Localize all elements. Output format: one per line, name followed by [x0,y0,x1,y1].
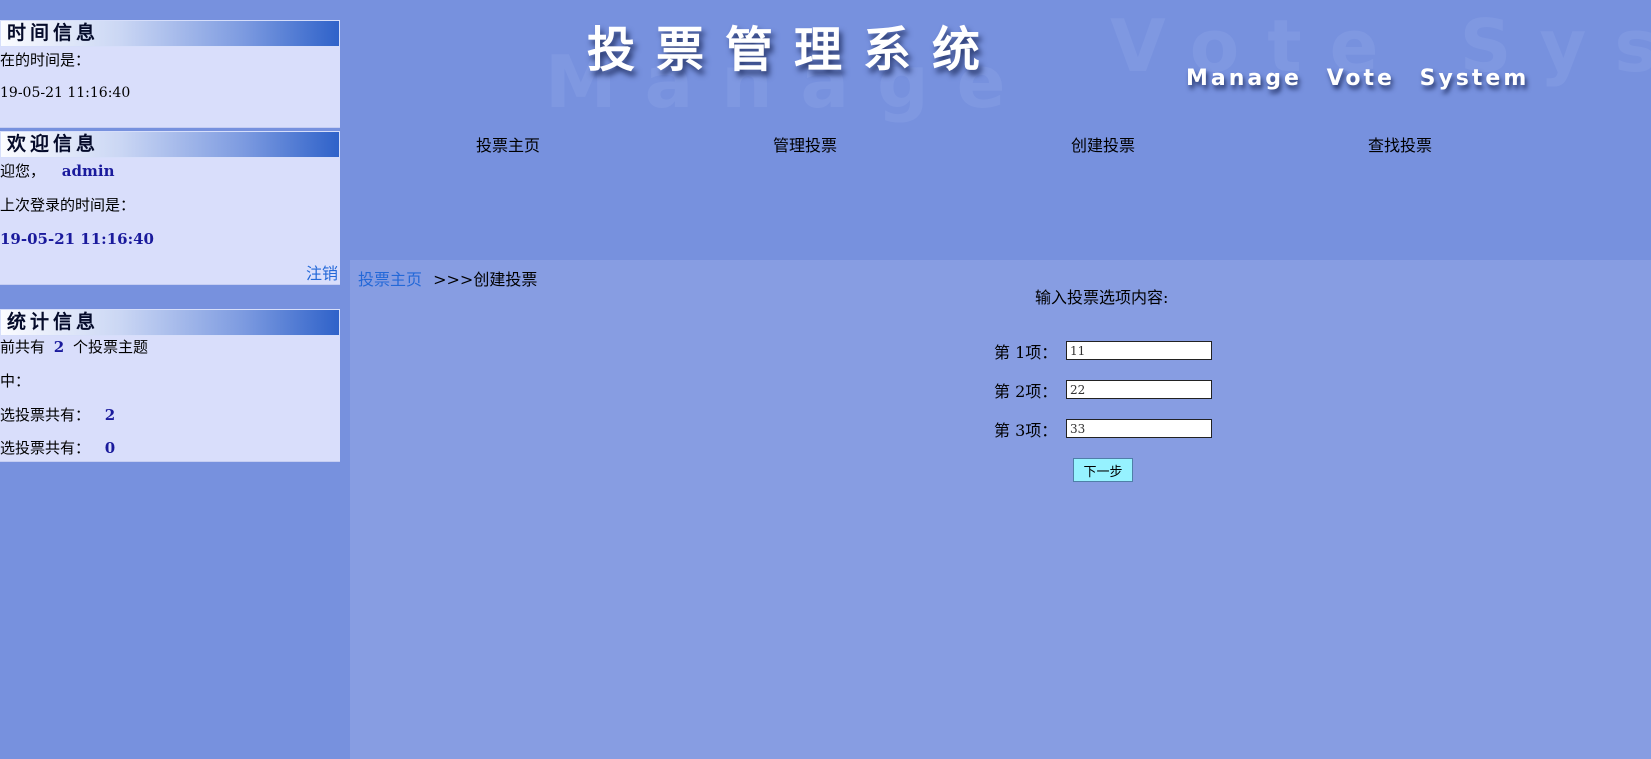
statistics-info-body: 前共有 2 个投票主题 中： 选投票共有： 2 选投票共有： 0 [0,336,340,462]
last-login-label: 上次登录的时间是： [0,196,136,214]
breadcrumb-separator: >>> [433,270,474,289]
header-banner: Manage Vote Sys 投票管理系统 Manage Vote Syste… [340,0,1651,260]
username: admin [61,162,115,180]
welcome-info-title: 欢迎信息 [0,131,340,158]
next-step-button[interactable]: 下一步 [1073,458,1133,482]
nav-item-manage-votes[interactable]: 管理投票 [773,132,837,156]
option-3-label: 第 3项： [994,421,1058,440]
greeting-text: 迎您， [0,162,46,180]
current-time-label: 在的时间是： [0,51,91,69]
stats-line-4-label: 选投票共有： [0,439,91,457]
breadcrumb: 投票主页 >>>创建投票 [358,266,537,290]
form-title: 输入投票选项内容: [1035,288,1169,307]
topics-suffix: 个投票主题 [73,338,149,356]
main-content: 投票主页 >>>创建投票 输入投票选项内容: 第 1项： 第 2项： 第 3项：… [350,260,1651,759]
time-info-body: 在的时间是： 19-05-21 11:16:40 [0,47,340,128]
statistics-info-panel: 统计信息 前共有 2 个投票主题 中： 选投票共有： 2 选投票共有： 0 [0,309,340,462]
topics-count: 2 [53,338,65,356]
nav-item-search-votes[interactable]: 查找投票 [1368,132,1432,156]
logout-link[interactable]: 注销 [306,260,338,284]
time-info-title: 时间信息 [0,20,340,47]
breadcrumb-home-link[interactable]: 投票主页 [358,270,422,289]
option-2-label: 第 2项： [994,382,1058,401]
option-2-input[interactable] [1066,380,1212,399]
nav-item-create-vote[interactable]: 创建投票 [1071,132,1135,156]
stats-line-3-value: 2 [104,406,116,424]
time-info-panel: 时间信息 在的时间是： 19-05-21 11:16:40 [0,20,340,128]
nav-item-vote-home[interactable]: 投票主页 [476,132,540,156]
welcome-info-body: 迎您， admin 上次登录的时间是： 19-05-21 11:16:40 注销 [0,158,340,285]
app-subtitle: Manage Vote System [1186,66,1530,91]
option-1-label: 第 1项： [994,343,1058,362]
stats-line-4: 选投票共有： 0 [0,437,115,458]
breadcrumb-current: 创建投票 [473,270,538,289]
option-3-input[interactable] [1066,419,1212,438]
welcome-info-panel: 欢迎信息 迎您， admin 上次登录的时间是： 19-05-21 11:16:… [0,131,340,285]
last-login-value: 19-05-21 11:16:40 [0,230,154,248]
statistics-info-title: 统计信息 [0,309,340,336]
topics-count-line: 前共有 2 个投票主题 [0,336,148,357]
topics-prefix: 前共有 [0,338,46,356]
stats-line-3: 选投票共有： 2 [0,404,115,425]
option-1-input[interactable] [1066,341,1212,360]
stats-line-3-label: 选投票共有： [0,406,91,424]
app-title: 投票管理系统 [587,22,1002,78]
stats-line-2: 中： [0,372,31,390]
current-time-value: 19-05-21 11:16:40 [0,85,131,101]
sidebar: 时间信息 在的时间是： 19-05-21 11:16:40 欢迎信息 迎您， a… [0,0,340,759]
welcome-line: 迎您， admin [0,160,114,181]
stats-line-4-value: 0 [104,439,116,457]
